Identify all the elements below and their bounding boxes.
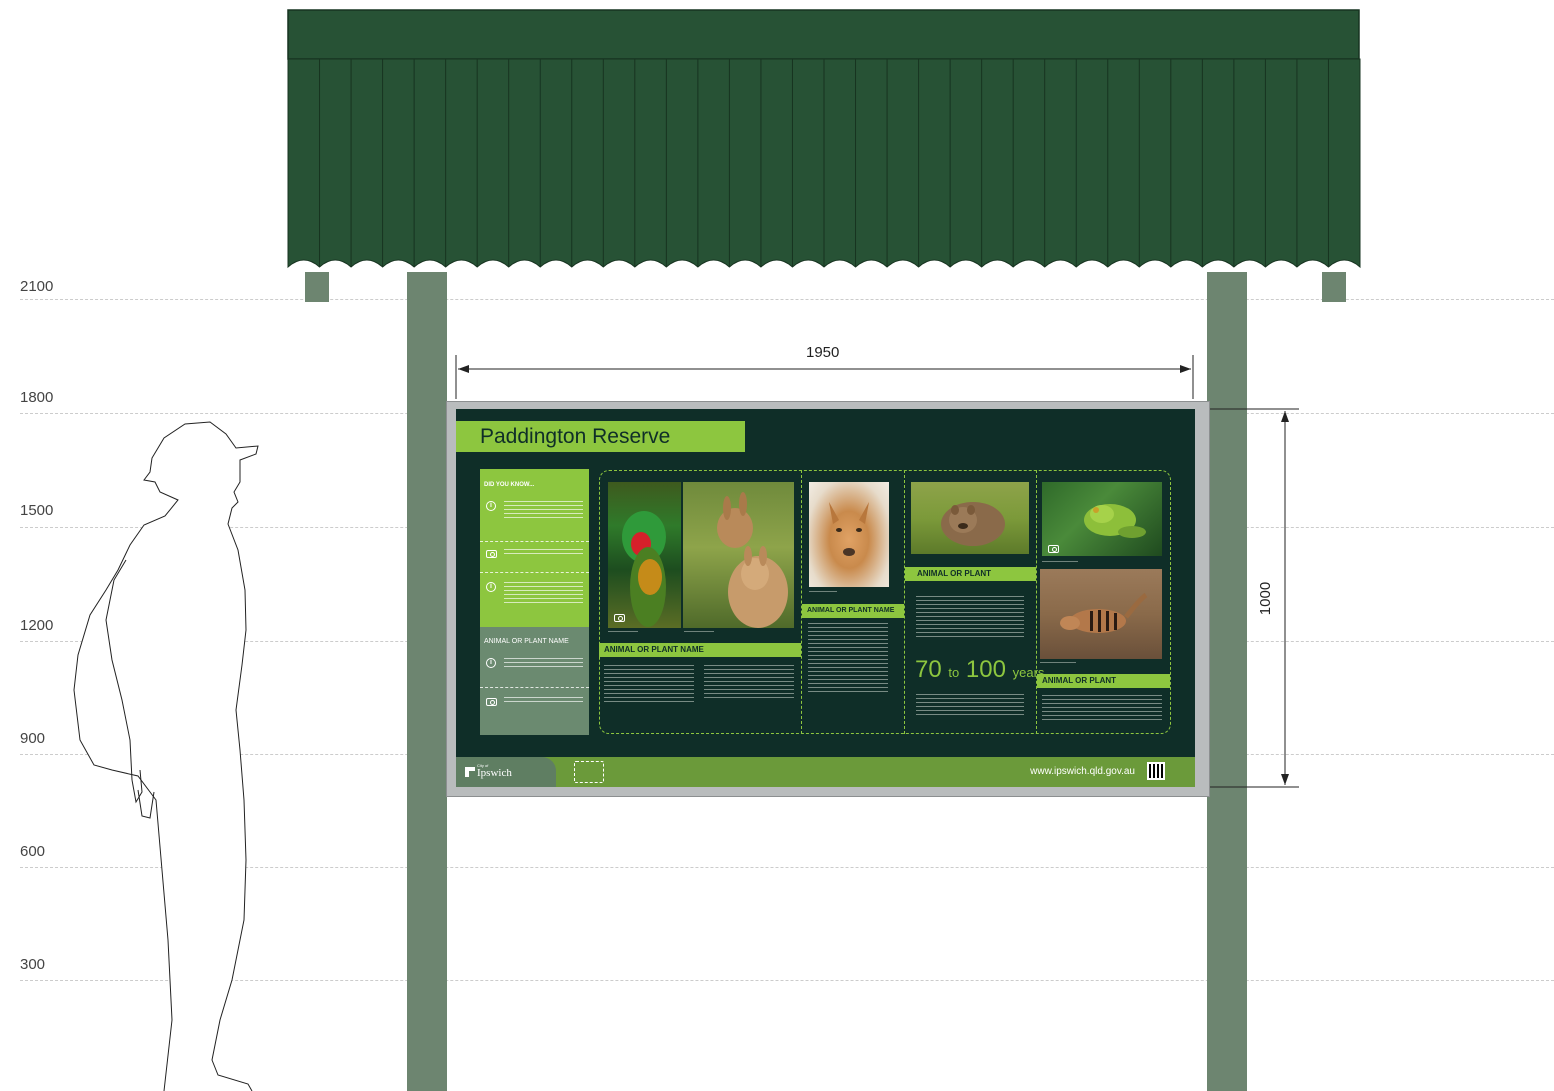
height-label-1800: 1800 [20,389,54,406]
sign-title: Paddington Reserve [456,421,745,452]
sidebar-divider [480,572,589,573]
height-dimension-line [1203,408,1299,788]
sign-footer: City of Ipswich www.ipswich.qld.gov.au [456,757,1195,787]
photo-caption [1042,561,1078,562]
sign-panel: Paddington Reserve DID YOU KNOW... i i A… [456,409,1195,787]
dingo-photo [809,482,889,587]
section-label: ANIMAL OR PLANT [1037,674,1170,688]
post-left [407,272,447,1091]
info-icon: i [486,501,496,511]
numbat-photo [1040,569,1162,659]
photo-caption [684,631,714,632]
council-logo: City of Ipswich [456,757,556,787]
lifespan-stat: 70 to 100 years [915,656,1044,684]
frog-photo [1042,482,1162,556]
fact-item: i [484,582,585,612]
section-label: ANIMAL OR PLANT [905,567,1036,581]
roof [287,9,1361,269]
sidebar-divider [480,541,589,542]
logo-mark-icon [465,767,475,777]
stat-from: 70 [915,656,942,683]
height-label-1500: 1500 [20,502,54,519]
section-body-text [916,596,1024,640]
person-silhouette [73,421,259,1091]
logo-wordmark: Ipswich [477,767,512,779]
kangaroo-photo [683,482,794,628]
height-label-2100: 2100 [20,278,54,295]
height-label-900: 900 [20,730,46,747]
section-divider [801,470,802,734]
sidebar-animal-heading: ANIMAL OR PLANT NAME [484,638,569,645]
did-you-know-sidebar: DID YOU KNOW... i i ANIMAL OR PLANT NAME… [480,469,589,735]
photo-caption [809,591,837,592]
fact-item [484,549,585,579]
section-divider [1036,470,1037,734]
height-dimension-label: 1000 [1257,581,1275,616]
fact-item: i [484,658,585,688]
camera-icon [1048,545,1059,553]
stat-to-word: to [948,665,960,680]
fact-item: i [484,501,585,531]
section-body-text [808,623,888,695]
section-body-text [1042,695,1162,723]
lorikeet-photo [608,482,681,628]
section-body-text [704,665,794,701]
sidebar-divider [480,687,589,688]
height-label-300: 300 [20,956,46,973]
photo-caption [608,631,638,632]
info-icon: i [486,582,496,592]
info-icon: i [486,658,496,668]
width-dimension-line [455,355,1194,399]
photo-caption [1040,662,1076,663]
height-label-600: 600 [20,843,46,860]
sidebar-top-block: DID YOU KNOW... i i [480,469,589,627]
section-body-text [916,694,1024,718]
did-you-know-heading: DID YOU KNOW... [484,482,535,488]
section-label: ANIMAL OR PLANT NAME [802,604,904,618]
qr-code-icon [1147,762,1165,780]
section-label: ANIMAL OR PLANT NAME [599,643,801,657]
website-url: www.ipswich.qld.gov.au [1030,766,1135,777]
sidebar-bottom-block: ANIMAL OR PLANT NAME i [480,627,589,735]
camera-icon [486,550,497,558]
section-body-text [604,665,694,705]
camera-icon [486,698,497,706]
camera-icon [614,614,625,622]
height-label-1200: 1200 [20,617,54,634]
section-divider [904,470,905,734]
wombat-photo [911,482,1029,554]
fact-item [484,697,585,727]
mounting-placeholder [574,761,604,783]
stat-to: 100 [965,656,1006,683]
width-dimension-label: 1950 [806,344,840,361]
